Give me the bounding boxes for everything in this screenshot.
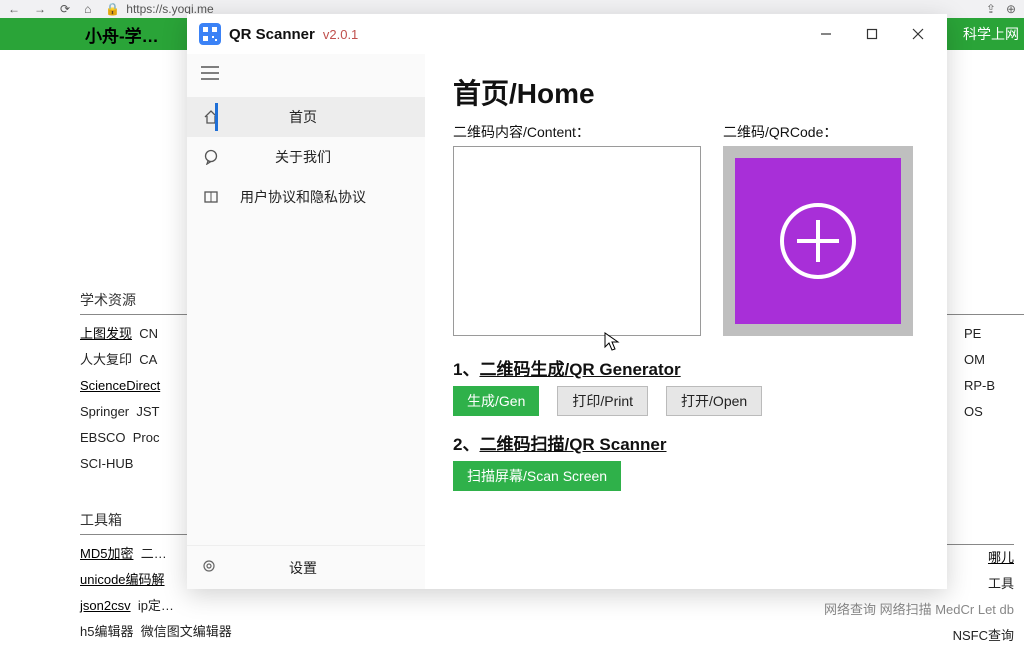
window-minimize-button[interactable] — [803, 18, 849, 50]
plus-circle-icon — [773, 196, 863, 286]
generate-button[interactable]: 生成/Gen — [453, 386, 539, 416]
main-content: 首页/Home 二维码内容/Content： 二维码/QRCode： — [425, 54, 947, 589]
window-titlebar[interactable]: QR Scanner v2.0.1 — [187, 14, 947, 54]
bg-link[interactable]: 哪儿 — [988, 550, 1014, 565]
home-icon — [201, 109, 221, 125]
hamburger-button[interactable] — [187, 54, 425, 97]
vpn-link[interactable]: 科学上网 — [963, 24, 1019, 44]
ext-icon[interactable]: ⊕ — [1006, 2, 1016, 16]
site-title: 小舟-学… — [85, 22, 159, 47]
window-maximize-button[interactable] — [849, 18, 895, 50]
app-logo-icon — [199, 23, 221, 45]
app-name: QR Scanner — [229, 26, 315, 43]
print-button[interactable]: 打印/Print — [557, 386, 648, 416]
window-close-button[interactable] — [895, 18, 941, 50]
qr-add-button[interactable] — [735, 158, 901, 324]
section-generator-title: 1、二维码生成/QR Generator — [453, 355, 923, 380]
sidebar-item-home[interactable]: 首页 — [187, 97, 425, 137]
chat-icon — [201, 149, 221, 165]
scan-screen-button[interactable]: 扫描屏幕/Scan Screen — [453, 461, 621, 491]
qr-preview-frame — [723, 146, 913, 336]
lock-icon: 🔒 — [105, 2, 120, 16]
nav-fwd-icon[interactable]: → — [34, 2, 46, 16]
nav-refresh-icon[interactable]: ⟳ — [60, 2, 70, 16]
sidebar-item-label: 关于我们 — [221, 147, 425, 167]
nav-back-icon[interactable]: ← — [8, 2, 20, 16]
sidebar-item-label: 首页 — [221, 107, 425, 127]
bg-link[interactable]: ScienceDirect — [80, 378, 160, 393]
bg-link[interactable]: MD5加密 — [80, 546, 133, 561]
sidebar-item-settings[interactable]: 设置 — [187, 545, 425, 589]
qrcode-label: 二维码/QRCode： — [723, 122, 923, 142]
bg-tools-heading: 工具箱 — [80, 510, 200, 535]
section-scanner-title: 2、二维码扫描/QR Scanner — [453, 430, 923, 455]
nav-home-icon[interactable]: ⌂ — [84, 2, 91, 16]
open-button[interactable]: 打开/Open — [666, 386, 762, 416]
bg-link[interactable]: 上图发现 — [80, 326, 132, 341]
sidebar: 首页 关于我们 用户协议和隐私协议 设置 — [187, 54, 425, 589]
bg-link[interactable]: unicode编码解 — [80, 572, 165, 587]
bg-link[interactable]: json2csv — [80, 598, 131, 613]
sidebar-item-label: 用户协议和隐私协议 — [221, 187, 425, 207]
gear-icon — [201, 558, 221, 577]
app-version: v2.0.1 — [323, 27, 358, 42]
sidebar-item-label: 设置 — [221, 558, 425, 578]
share-icon[interactable]: ⇪ — [986, 2, 996, 16]
sidebar-item-privacy[interactable]: 用户协议和隐私协议 — [187, 177, 425, 217]
qr-scanner-window: QR Scanner v2.0.1 首页 关于我们 — [187, 14, 947, 589]
content-label: 二维码内容/Content： — [453, 122, 701, 142]
sidebar-item-about[interactable]: 关于我们 — [187, 137, 425, 177]
page-title: 首页/Home — [453, 72, 923, 112]
qr-content-textarea[interactable] — [453, 146, 701, 336]
document-icon — [201, 189, 221, 205]
